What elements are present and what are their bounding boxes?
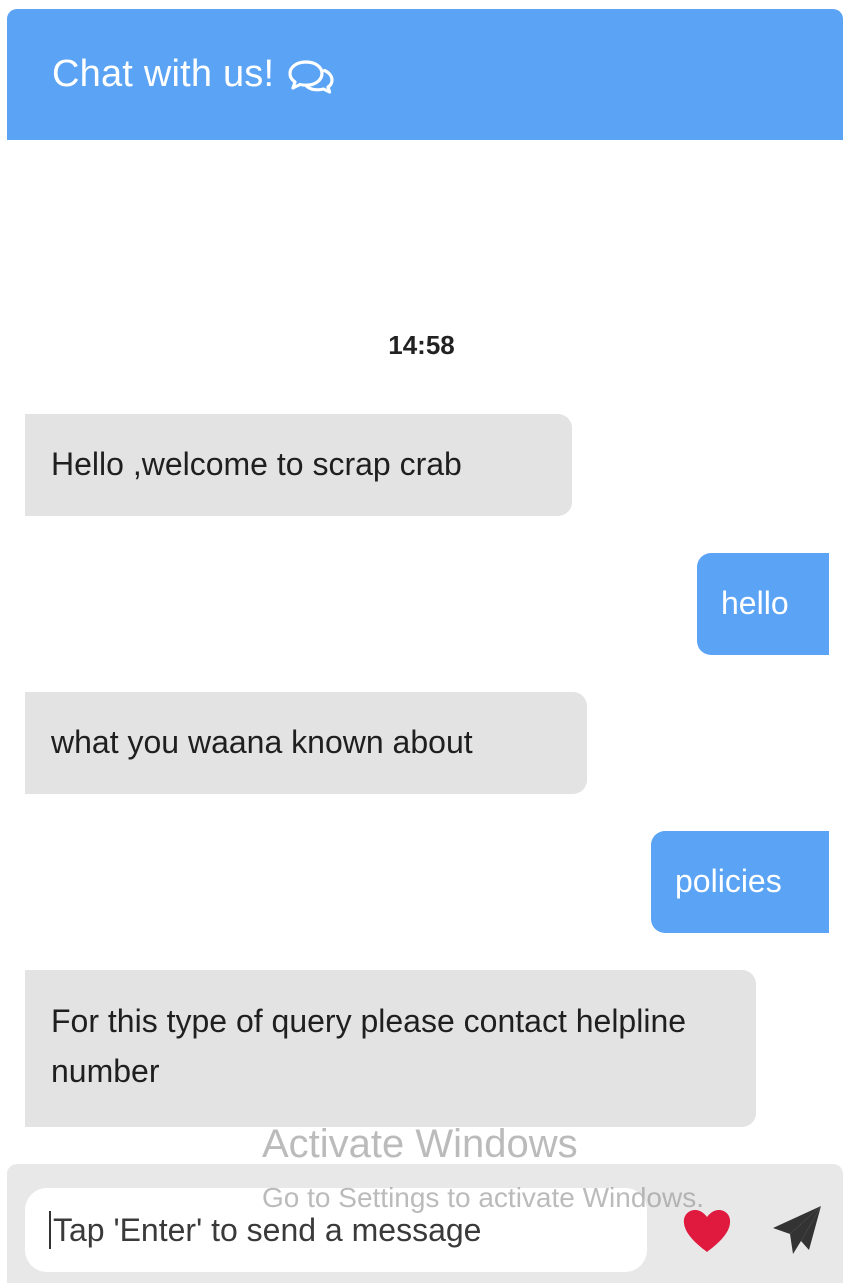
chat-bubbles-icon [288, 59, 334, 95]
chat-header: Chat with us! [7, 9, 843, 140]
chat-widget: Chat with us! 14:58 Hello ,welcome to sc… [0, 0, 843, 1283]
heart-icon[interactable] [681, 1208, 733, 1254]
message-input[interactable] [52, 1211, 647, 1249]
bot-message: Hello ,welcome to scrap crab [25, 414, 572, 516]
paper-plane-icon[interactable] [771, 1204, 823, 1256]
header-title: Chat with us! [52, 53, 275, 95]
chat-timestamp: 14:58 [388, 330, 455, 360]
user-message: policies [651, 831, 829, 933]
activate-windows-subtitle: Go to Settings to activate Windows. [262, 1182, 704, 1213]
bot-message: what you waana known about [25, 692, 587, 794]
text-caret [49, 1211, 51, 1249]
user-message: hello [697, 553, 829, 655]
activate-windows-title: Activate Windows [262, 1122, 578, 1166]
bot-message: For this type of query please contact he… [25, 970, 756, 1127]
